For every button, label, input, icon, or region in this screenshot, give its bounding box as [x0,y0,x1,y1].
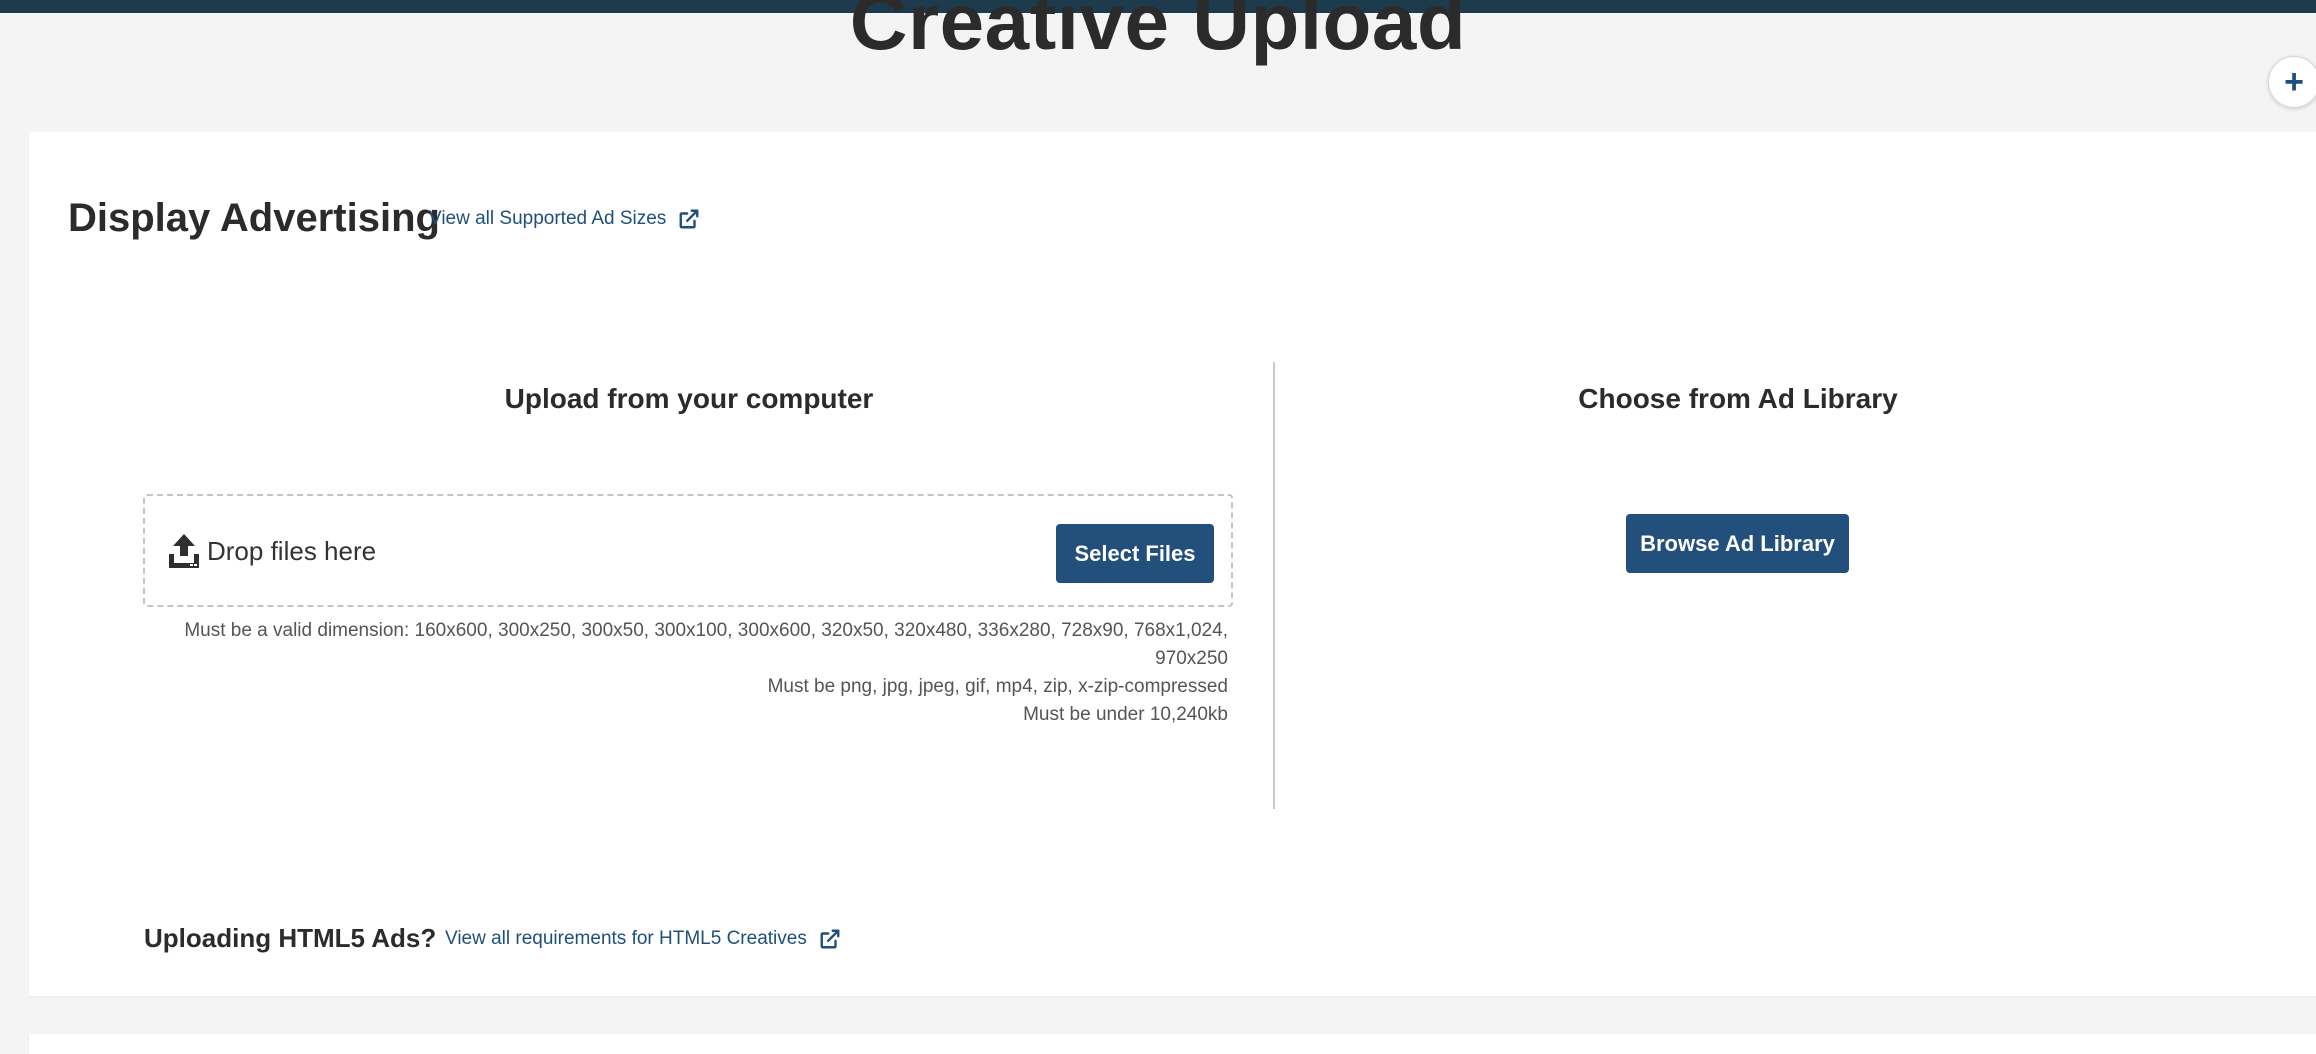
external-link-icon [820,929,840,949]
add-button[interactable]: + [2268,56,2316,108]
supported-ad-sizes-link[interactable]: View all Supported Ad Sizes [429,208,700,230]
upload-tray-icon [169,534,199,568]
html5-requirements-link-label: View all requirements for HTML5 Creative… [445,928,807,949]
browse-ad-library-button[interactable]: Browse Ad Library [1626,514,1849,573]
library-column-title: Choose from Ad Library [1578,383,1898,414]
plus-icon: + [2284,63,2304,101]
supported-ad-sizes-link-label: View all Supported Ad Sizes [429,208,667,229]
requirement-file-size: Must be under 10,240kb [1023,704,1228,725]
file-drop-zone[interactable]: Drop files here Select Files [143,494,1233,607]
drop-files-text: Drop files here [207,536,377,566]
upload-column-title: Upload from your computer [504,383,874,414]
external-link-icon [679,209,699,229]
section-title-display-advertising: Display Advertising [68,196,440,240]
select-files-button[interactable]: Select Files [1056,524,1214,583]
upload-requirements: Must be a valid dimension: 160x600, 300x… [144,617,1228,729]
requirement-file-types: Must be png, jpg, jpeg, gif, mp4, zip, x… [767,676,1228,697]
column-divider [1273,362,1275,809]
html5-title: Uploading HTML5 Ads? [144,923,437,953]
requirement-dimensions: Must be a valid dimension: 160x600, 300x… [184,620,1228,641]
html5-requirements-link[interactable]: View all requirements for HTML5 Creative… [445,928,841,950]
requirement-dimensions-cont: 970x250 [1155,648,1228,669]
next-card [29,1034,2316,1054]
page-title: Creative Upload [849,0,1467,66]
